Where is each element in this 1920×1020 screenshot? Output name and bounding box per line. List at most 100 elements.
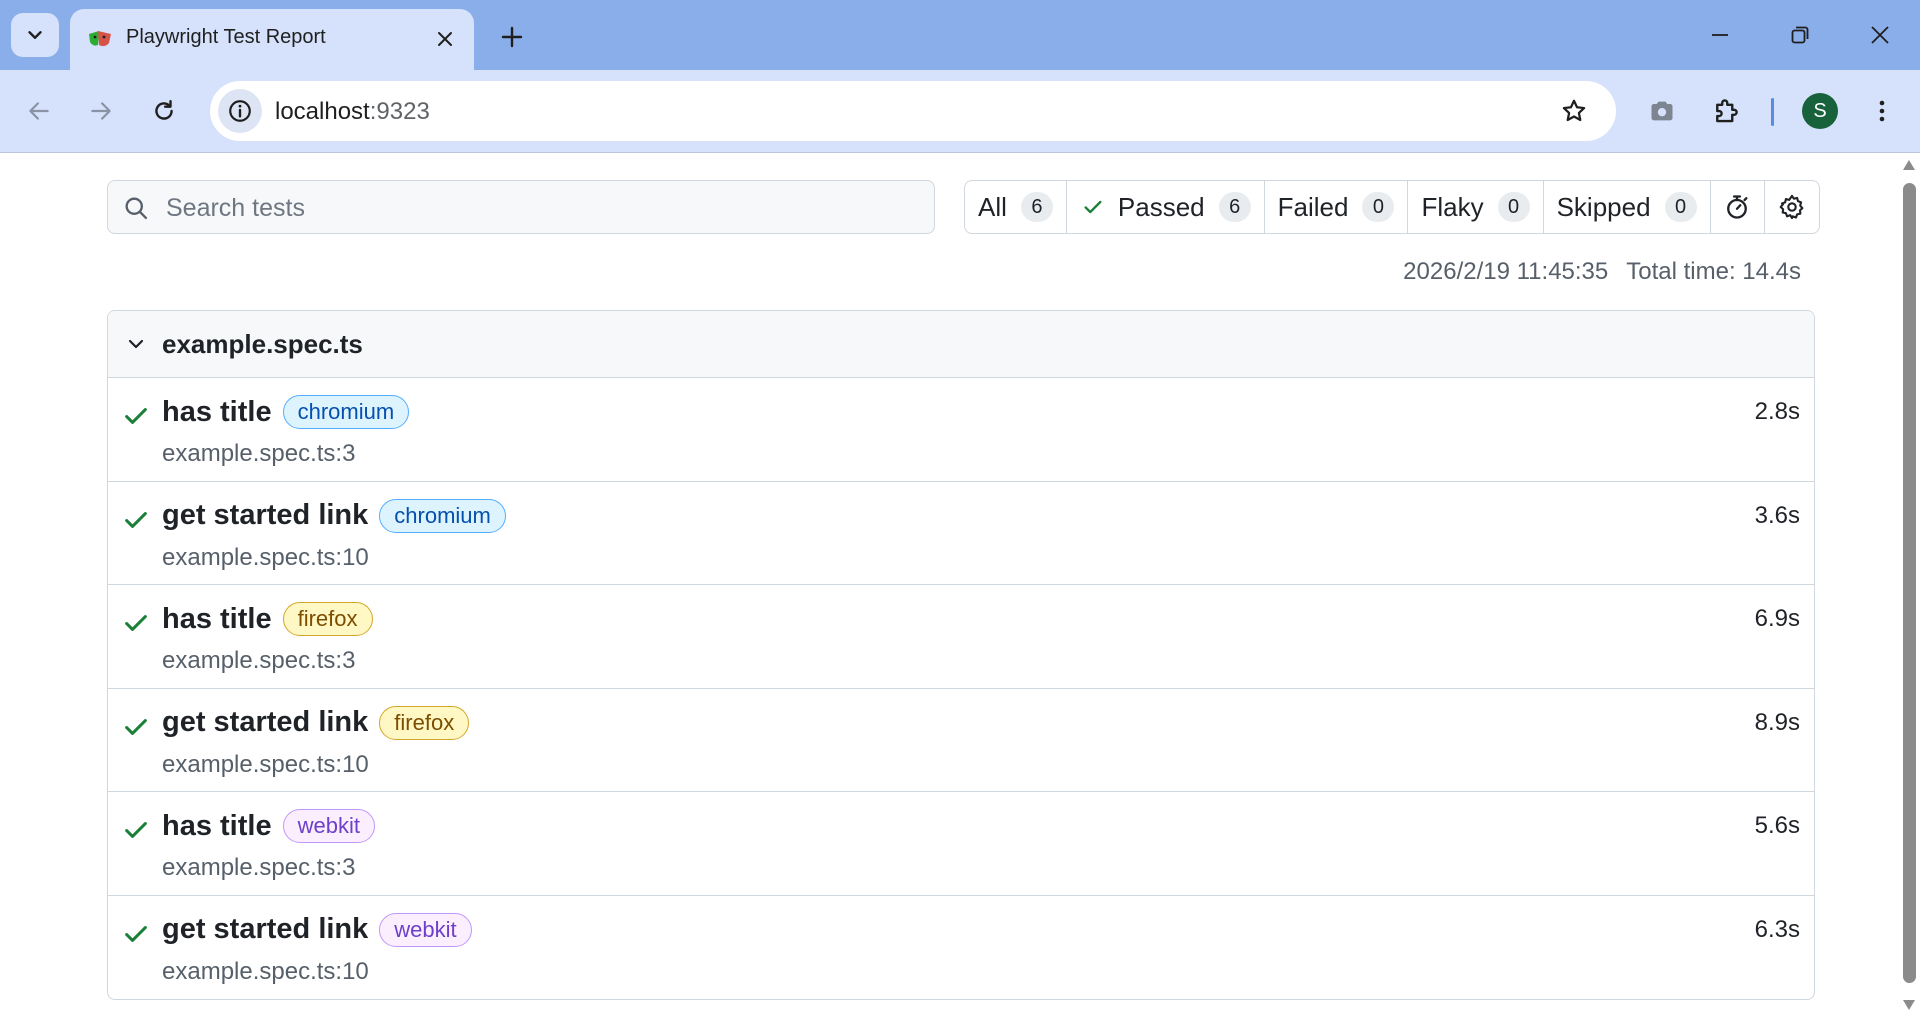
test-row[interactable]: has title chromium example.spec.ts:3 2.8… (108, 378, 1814, 482)
test-title-line: get started link webkit (162, 912, 472, 947)
check-icon (125, 408, 147, 424)
chevron-down-icon (28, 31, 42, 39)
test-title[interactable]: has title (162, 396, 272, 429)
star-icon (1562, 99, 1586, 122)
filter-label: Flaky (1421, 191, 1484, 222)
browser-toolbar: localhost:9323 S (0, 70, 1920, 153)
project-tag[interactable]: chromium (282, 395, 410, 429)
test-row[interactable]: has title webkit example.spec.ts:3 5.6s (108, 792, 1814, 896)
info-icon (229, 100, 251, 122)
check-icon (125, 511, 147, 528)
project-tag[interactable]: firefox (379, 705, 470, 740)
status-filters: All 6 Passed 6 Failed 0 Flaky 0 Skipped … (964, 180, 1820, 234)
test-file-header[interactable]: example.spec.ts (108, 311, 1814, 378)
restore-icon (1791, 26, 1809, 44)
test-title[interactable]: get started link (162, 499, 368, 532)
browser-menu-button[interactable] (1860, 89, 1904, 133)
project-tag[interactable]: webkit (282, 809, 375, 843)
search-box[interactable] (107, 180, 935, 234)
report-timestamp: 2026/2/19 11:45:35 (1403, 258, 1609, 285)
browser-tab[interactable]: Playwright Test Report (70, 9, 474, 70)
test-duration: 6.9s (1754, 605, 1800, 632)
filter-count: 6 (1020, 192, 1053, 222)
filter-skipped[interactable]: Skipped 0 (1544, 181, 1711, 233)
tab-search-button[interactable] (11, 13, 59, 57)
url-text[interactable]: localhost:9323 (275, 98, 430, 126)
filter-count: 0 (1664, 192, 1697, 222)
test-title[interactable]: get started link (162, 706, 368, 739)
check-icon (125, 925, 147, 942)
filter-label: Failed (1277, 191, 1349, 222)
filter-label: All (978, 191, 1007, 222)
screenshot-button[interactable] (1640, 89, 1684, 133)
window-close-button[interactable] (1858, 15, 1902, 55)
test-title[interactable]: has title (162, 810, 272, 843)
site-info-button[interactable] (218, 89, 262, 133)
project-tag[interactable]: webkit (379, 912, 472, 947)
filter-passed[interactable]: Passed 6 (1067, 181, 1265, 233)
check-icon (1084, 200, 1102, 214)
test-location: example.spec.ts:10 (162, 543, 369, 571)
test-title[interactable]: has title (162, 603, 272, 636)
test-row[interactable]: get started link webkit example.spec.ts:… (108, 896, 1814, 1000)
arrow-right-icon (91, 102, 111, 120)
speedboard-button[interactable] (1711, 181, 1765, 233)
search-input[interactable] (164, 189, 918, 227)
test-duration: 2.8s (1754, 398, 1800, 425)
project-tag[interactable]: chromium (379, 498, 506, 533)
filter-all[interactable]: All 6 (965, 181, 1067, 233)
test-duration: 8.9s (1754, 708, 1800, 736)
test-row[interactable]: get started link firefox example.spec.ts… (108, 689, 1814, 792)
report-meta: 2026/2/19 11:45:35 Total time: 14.4s (1403, 258, 1801, 286)
total-time: Total time: 14.4s (1626, 258, 1801, 285)
playwright-icon (89, 31, 111, 47)
tab-close-button[interactable] (430, 24, 460, 54)
close-icon (1871, 26, 1889, 44)
extensions-button[interactable] (1704, 89, 1748, 133)
test-duration: 5.6s (1754, 812, 1800, 839)
url-port: :9323 (369, 98, 430, 125)
more-vertical-icon (1879, 100, 1885, 122)
filter-count: 6 (1218, 192, 1251, 222)
scrollbar-thumb[interactable] (1903, 183, 1916, 983)
test-row[interactable]: get started link chromium example.spec.t… (108, 482, 1814, 585)
restore-button[interactable] (1778, 15, 1822, 55)
gear-icon (1779, 194, 1803, 220)
chevron-down-icon (128, 339, 144, 349)
minimize-button[interactable] (1698, 15, 1742, 55)
back-button[interactable] (17, 89, 61, 133)
address-bar[interactable]: localhost:9323 (210, 81, 1616, 141)
close-icon (438, 32, 452, 46)
filter-label: Passed (1117, 191, 1205, 222)
search-icon (125, 197, 148, 220)
reload-button[interactable] (142, 89, 186, 133)
page-scrollbar[interactable] (1898, 153, 1920, 1020)
test-title-line: get started link chromium (162, 498, 506, 533)
bookmark-button[interactable] (1552, 89, 1596, 133)
check-icon (125, 615, 147, 631)
test-location: example.spec.ts:3 (162, 647, 356, 674)
filter-failed[interactable]: Failed 0 (1265, 181, 1409, 233)
test-location: example.spec.ts:3 (162, 854, 356, 881)
project-tag[interactable]: firefox (282, 602, 373, 636)
url-host: localhost (275, 98, 370, 125)
test-title-line: has title chromium (162, 395, 410, 429)
plus-icon (501, 26, 523, 48)
filter-flaky[interactable]: Flaky 0 (1408, 181, 1544, 233)
settings-button[interactable] (1765, 181, 1819, 233)
scroll-up-arrow-icon[interactable] (1902, 159, 1916, 171)
test-row[interactable]: has title firefox example.spec.ts:3 6.9s (108, 585, 1814, 689)
new-tab-button[interactable] (492, 17, 532, 57)
test-location: example.spec.ts:10 (162, 957, 369, 985)
forward-button[interactable] (79, 89, 123, 133)
test-title[interactable]: get started link (162, 913, 368, 946)
test-title-line: has title webkit (162, 809, 375, 843)
profile-avatar[interactable]: S (1802, 93, 1838, 129)
arrow-left-icon (29, 102, 49, 120)
check-icon (125, 822, 147, 838)
test-title-line: get started link firefox (162, 705, 470, 740)
scroll-down-arrow-icon[interactable] (1902, 999, 1916, 1011)
test-duration: 3.6s (1754, 501, 1800, 529)
tab-strip: Playwright Test Report (0, 0, 1920, 70)
filter-count: 0 (1497, 192, 1530, 222)
